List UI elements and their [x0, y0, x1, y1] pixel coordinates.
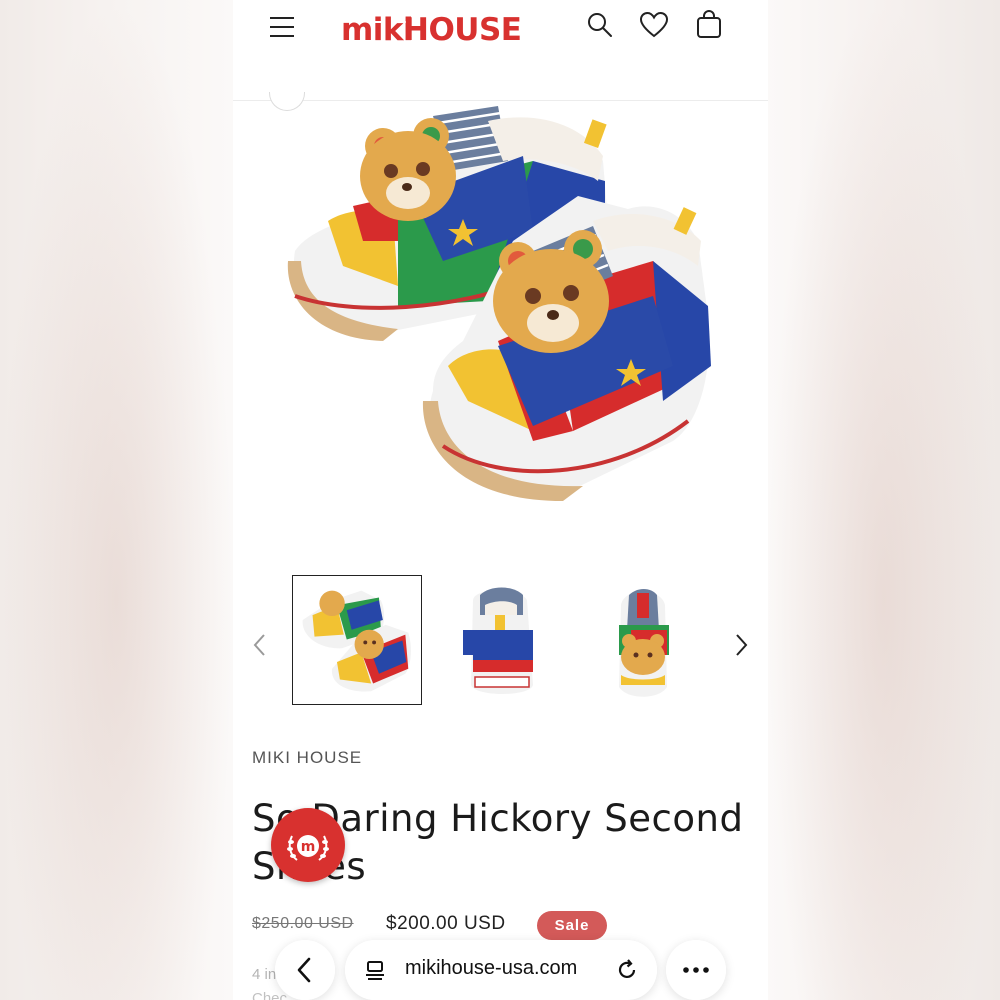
- background-blur-right: [767, 0, 1000, 1000]
- menu-icon[interactable]: [267, 12, 297, 42]
- price-row: $250.00 USD $200.00 USD Sale: [252, 910, 752, 942]
- svg-text:m: m: [301, 839, 316, 855]
- heart-icon[interactable]: [639, 10, 669, 40]
- thumbnail-3[interactable]: [579, 575, 709, 705]
- cart-icon[interactable]: [694, 10, 724, 40]
- main-product-image[interactable]: [233, 101, 768, 561]
- tabs-icon: [366, 961, 384, 980]
- chevron-left-icon[interactable]: [249, 630, 271, 660]
- price-sale: $200.00 USD: [386, 913, 506, 934]
- price-original: $250.00 USD: [252, 915, 354, 932]
- laurel-m-icon: m: [287, 835, 329, 861]
- bear-patch-back: [360, 118, 456, 221]
- search-icon[interactable]: [585, 10, 615, 40]
- url-bar[interactable]: mikihouse-usa.com: [345, 940, 657, 1000]
- page-viewport: miki HOUSE MIKI HOUSE So Daring Hickory …: [233, 0, 768, 1000]
- more-button[interactable]: [666, 940, 726, 1000]
- reload-icon: [618, 959, 636, 979]
- url-text: mikihouse-usa.com: [405, 957, 578, 979]
- back-button[interactable]: [275, 940, 335, 1000]
- chevron-right-icon[interactable]: [730, 630, 752, 660]
- browser-toolbar: mikihouse-usa.com: [233, 940, 768, 1000]
- back-icon: [297, 957, 311, 983]
- sale-badge: Sale: [537, 911, 607, 940]
- thumbnail-gallery: [233, 572, 768, 712]
- product-brand: MIKI HOUSE: [252, 748, 363, 767]
- background-blur-left: [0, 0, 233, 1000]
- thumbnail-1[interactable]: [292, 575, 422, 705]
- more-icon: [683, 967, 709, 973]
- rewards-button[interactable]: m: [271, 808, 345, 882]
- site-logo[interactable]: miki HOUSE: [341, 8, 541, 48]
- thumbnail-2[interactable]: [435, 575, 565, 705]
- site-header: miki HOUSE: [233, 0, 768, 101]
- svg-text:HOUSE: HOUSE: [403, 12, 521, 48]
